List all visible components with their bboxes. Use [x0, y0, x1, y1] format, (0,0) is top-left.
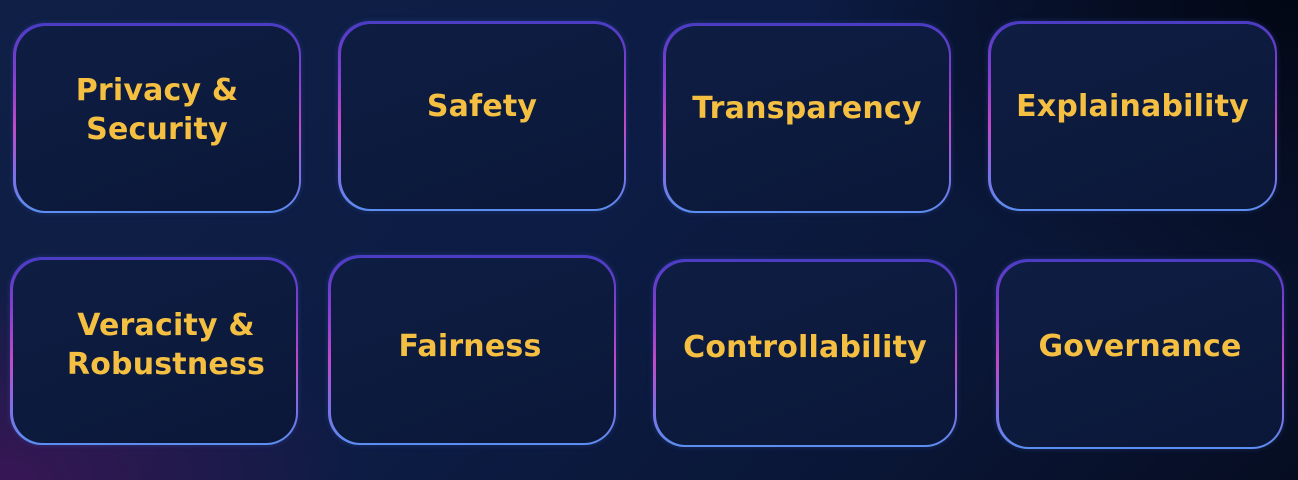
pillar-card-governance: Governance	[996, 259, 1284, 449]
pillar-label-governance: Governance	[1038, 328, 1242, 364]
pillar-label-transparency: Transparency	[692, 90, 922, 126]
pillar-label-safety: Safety	[426, 88, 538, 124]
pillar-card-privacy-security: Privacy & Security	[13, 23, 301, 213]
pillar-card-body: Transparency	[665, 25, 949, 211]
pillar-card-body: Fairness	[330, 257, 614, 443]
pillar-card-explainability: Explainability	[988, 21, 1277, 211]
pillar-label-explainability: Explainability	[1016, 88, 1249, 124]
pillar-card-transparency: Transparency	[663, 23, 951, 213]
pillar-label-controllability: Controllability	[683, 329, 927, 365]
pillar-card-veracity-robustness: Veracity & Robustness	[10, 257, 298, 445]
pillar-card-body: Safety	[340, 23, 624, 209]
pillar-card-body: Controllability	[655, 261, 955, 445]
canvas: { "pillars": { "privacy_security": "Priv…	[0, 0, 1298, 480]
pillar-label-fairness: Fairness	[398, 328, 542, 364]
pillar-card-safety: Safety	[338, 21, 626, 211]
pillar-card-body: Explainability	[990, 23, 1275, 209]
pillar-label-privacy-security: Privacy & Security	[75, 73, 239, 147]
pillar-card-body: Veracity & Robustness	[12, 259, 296, 443]
pillar-card-controllability: Controllability	[653, 259, 957, 447]
pillar-label-veracity-robustness: Veracity & Robustness	[66, 308, 266, 382]
pillar-card-body: Governance	[998, 261, 1282, 447]
pillar-card-fairness: Fairness	[328, 255, 616, 445]
pillar-card-body: Privacy & Security	[15, 25, 299, 211]
